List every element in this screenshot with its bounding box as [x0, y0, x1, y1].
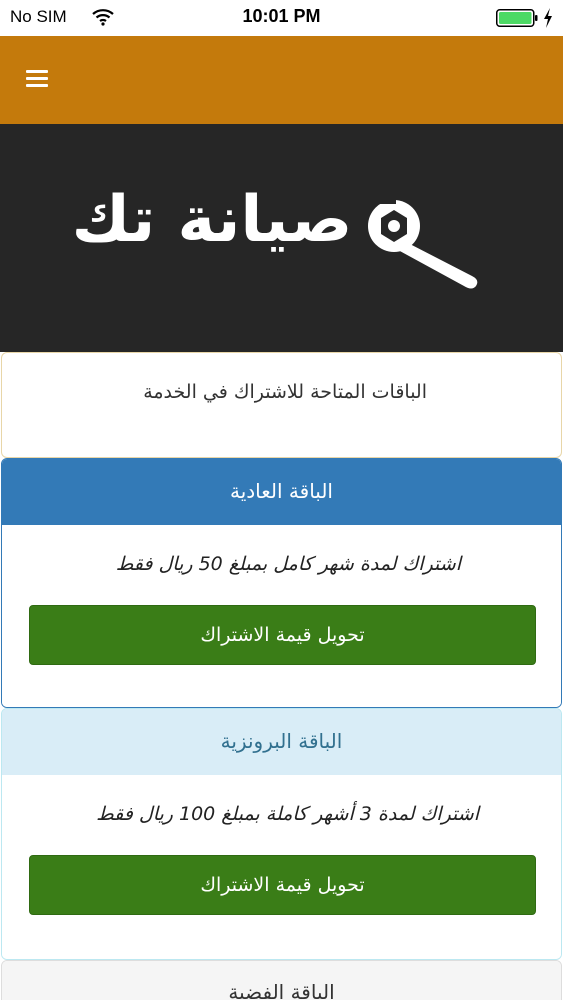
- brand-logo-text: صيانة تك: [71, 183, 353, 257]
- clock: 10:01 PM: [242, 6, 321, 26]
- package-body: اشتراك لمدة 3 أشهر كاملة بمبلغ 100 ريال …: [2, 775, 561, 959]
- package-title: الباقة العادية: [2, 459, 561, 525]
- wrench-icon: [368, 194, 478, 289]
- package-card-silver: الباقة الفضية: [1, 960, 562, 1000]
- transfer-subscription-button[interactable]: تحويل قيمة الاشتراك: [29, 605, 536, 665]
- app-header: [0, 36, 563, 124]
- package-card-regular: الباقة العادية اشتراك لمدة شهر كامل بمبل…: [1, 458, 562, 708]
- intro-card: الباقات المتاحة للاشتراك في الخدمة: [1, 352, 562, 458]
- package-title: الباقة الفضية: [2, 961, 561, 1000]
- package-title: الباقة البرونزية: [2, 709, 561, 775]
- package-card-bronze: الباقة البرونزية اشتراك لمدة 3 أشهر كامل…: [1, 708, 562, 960]
- package-description: اشتراك لمدة شهر كامل بمبلغ 50 ريال فقط: [115, 553, 461, 575]
- battery-icon: [496, 9, 538, 27]
- package-body: اشتراك لمدة شهر كامل بمبلغ 50 ريال فقط ت…: [2, 525, 561, 707]
- package-description: اشتراك لمدة 3 أشهر كاملة بمبلغ 100 ريال …: [96, 803, 479, 825]
- charging-bolt-icon: [544, 8, 552, 28]
- intro-text: الباقات المتاحة للاشتراك في الخدمة: [143, 381, 427, 403]
- transfer-subscription-button[interactable]: تحويل قيمة الاشتراك: [29, 855, 536, 915]
- hamburger-menu-icon[interactable]: [20, 64, 54, 94]
- status-bar: No SIM 10:01 PM: [0, 0, 563, 36]
